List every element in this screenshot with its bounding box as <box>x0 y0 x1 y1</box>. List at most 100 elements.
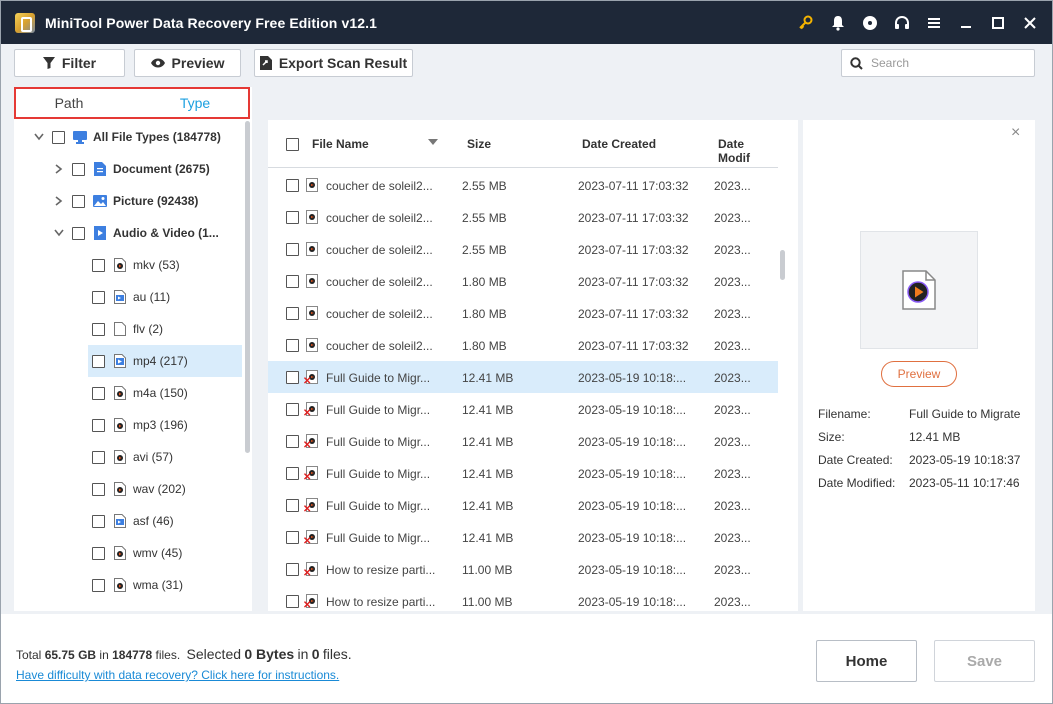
file-type-tree: All File Types (184778) Document (2675) Pi… <box>14 121 252 611</box>
date-created: 2023-05-19 10:18:... <box>578 435 687 449</box>
tree-checkbox[interactable] <box>92 514 105 528</box>
bell-icon[interactable] <box>822 1 854 44</box>
tree-checkbox[interactable] <box>92 290 105 304</box>
tree-item[interactable]: Picture (92438) <box>52 185 224 217</box>
list-scrollbar[interactable] <box>780 250 785 280</box>
tab-path[interactable]: Path <box>16 89 142 117</box>
table-row[interactable]: coucher de soleil2... 2.55 MB 2023-07-11 1… <box>268 233 778 265</box>
tree-checkbox[interactable] <box>72 194 85 208</box>
column-file-name[interactable]: File Name <box>312 137 369 151</box>
export-scan-result-button[interactable]: Export Scan Result <box>254 49 413 77</box>
help-link[interactable]: Have difficulty with data recovery? Clic… <box>16 668 339 682</box>
filter-button[interactable]: Filter <box>14 49 125 77</box>
table-row[interactable]: ✕ Full Guide to Migr... 12.41 MB 2023-05-19… <box>268 489 778 521</box>
row-checkbox[interactable] <box>286 531 299 544</box>
column-date-modified[interactable]: Date Modif <box>718 137 778 165</box>
sort-down-icon[interactable] <box>428 139 438 145</box>
table-row[interactable]: ✕ Full Guide to Migr... 12.41 MB 2023-05-19… <box>268 393 778 425</box>
column-size[interactable]: Size <box>467 137 491 151</box>
tree-item[interactable]: asf (46) <box>88 505 224 537</box>
tree-checkbox[interactable] <box>52 130 65 144</box>
preview-button[interactable]: Preview <box>134 49 241 77</box>
table-row[interactable]: ✕ Full Guide to Migr... 12.41 MB 2023-05-19… <box>268 521 778 553</box>
row-checkbox[interactable] <box>286 499 299 512</box>
tree-item[interactable]: wav (202) <box>88 473 224 505</box>
tree-item[interactable]: Document (2675) <box>52 153 224 185</box>
select-all-checkbox[interactable] <box>286 138 299 151</box>
menu-icon[interactable] <box>918 1 950 44</box>
tree-checkbox[interactable] <box>92 258 105 272</box>
table-row[interactable]: coucher de soleil2... 2.55 MB 2023-07-11 1… <box>268 201 778 233</box>
tree-item[interactable]: All File Types (184778) <box>32 121 224 153</box>
table-row[interactable]: ✕ Full Guide to Migr... 12.41 MB 2023-05-19… <box>268 361 778 393</box>
row-checkbox[interactable] <box>286 563 299 576</box>
panel-divider[interactable] <box>262 120 266 611</box>
table-row[interactable]: ✕ How to resize parti... 11.00 MB 2023-05-1… <box>268 585 778 611</box>
row-checkbox[interactable] <box>286 403 299 416</box>
save-button[interactable]: Save <box>934 640 1035 682</box>
tree-checkbox[interactable] <box>92 450 105 464</box>
disc-icon[interactable] <box>854 1 886 44</box>
tree-item[interactable]: mp3 (196) <box>88 409 224 441</box>
media-file-icon <box>306 338 318 352</box>
tree-item[interactable]: m4a (150) <box>88 377 224 409</box>
row-checkbox[interactable] <box>286 211 299 224</box>
row-checkbox[interactable] <box>286 435 299 448</box>
minimize-icon[interactable] <box>950 1 982 44</box>
filter-icon <box>42 57 55 69</box>
tree-item[interactable]: wma (31) <box>88 569 224 601</box>
tree-item[interactable]: Audio & Video (1... <box>52 217 224 249</box>
tree-checkbox[interactable] <box>92 354 105 368</box>
date-created: 2023-07-11 17:03:32 <box>578 211 689 225</box>
search-input[interactable] <box>871 56 1021 70</box>
table-row[interactable]: ✕ Full Guide to Migr... 12.41 MB 2023-05-19… <box>268 457 778 489</box>
tree-item[interactable]: flv (2) <box>88 313 224 345</box>
close-icon[interactable] <box>1014 1 1046 44</box>
home-button[interactable]: Home <box>816 640 917 682</box>
maximize-icon[interactable] <box>982 1 1014 44</box>
date-modified: 2023... <box>714 275 751 289</box>
date-created: 2023-05-19 10:18:... <box>578 403 687 417</box>
key-icon[interactable] <box>790 1 822 44</box>
tree-checkbox[interactable] <box>92 546 105 560</box>
table-row[interactable]: coucher de soleil2... 1.80 MB 2023-07-11 1… <box>268 265 778 297</box>
chevron-down-icon[interactable] <box>32 130 46 144</box>
row-checkbox[interactable] <box>286 179 299 192</box>
table-row[interactable]: ✕ Full Guide to Migr... 12.41 MB 2023-05-19… <box>268 425 778 457</box>
tree-checkbox[interactable] <box>92 322 105 336</box>
row-checkbox[interactable] <box>286 243 299 256</box>
tab-type[interactable]: Type <box>142 89 248 117</box>
table-row[interactable]: coucher de soleil2... 2.55 MB 2023-07-11 1… <box>268 169 778 201</box>
tree-scrollbar[interactable] <box>245 121 250 453</box>
row-checkbox[interactable] <box>286 371 299 384</box>
tree-item[interactable]: wmv (45) <box>88 537 224 569</box>
scan-summary: Total 65.75 GB in 184778 files. Selected… <box>16 646 352 662</box>
details-preview-button[interactable]: Preview <box>881 361 957 387</box>
row-checkbox[interactable] <box>286 595 299 608</box>
tree-checkbox[interactable] <box>72 226 85 240</box>
chevron-right-icon[interactable] <box>52 162 66 176</box>
close-details-icon[interactable]: × <box>1011 124 1020 142</box>
table-row[interactable]: coucher de soleil2... 1.80 MB 2023-07-11 1… <box>268 297 778 329</box>
tree-item[interactable]: avi (57) <box>88 441 224 473</box>
chevron-right-icon[interactable] <box>52 194 66 208</box>
column-date-created[interactable]: Date Created <box>582 137 656 151</box>
row-checkbox[interactable] <box>286 275 299 288</box>
chevron-down-icon[interactable] <box>52 226 66 240</box>
search-box[interactable] <box>841 49 1035 77</box>
tree-checkbox[interactable] <box>92 386 105 400</box>
tree-checkbox[interactable] <box>92 418 105 432</box>
row-checkbox[interactable] <box>286 339 299 352</box>
row-checkbox[interactable] <box>286 307 299 320</box>
tree-item[interactable]: au (11) <box>88 281 224 313</box>
row-checkbox[interactable] <box>286 467 299 480</box>
tree-item[interactable]: mp4 (217) <box>88 345 242 377</box>
tree-checkbox[interactable] <box>92 578 105 592</box>
tree-item[interactable]: mkv (53) <box>88 249 224 281</box>
table-row[interactable]: ✕ How to resize parti... 11.00 MB 2023-05-1… <box>268 553 778 585</box>
tree-checkbox[interactable] <box>92 482 105 496</box>
export-icon <box>259 56 272 70</box>
headset-icon[interactable] <box>886 1 918 44</box>
tree-checkbox[interactable] <box>72 162 85 176</box>
table-row[interactable]: coucher de soleil2... 1.80 MB 2023-07-11 1… <box>268 329 778 361</box>
